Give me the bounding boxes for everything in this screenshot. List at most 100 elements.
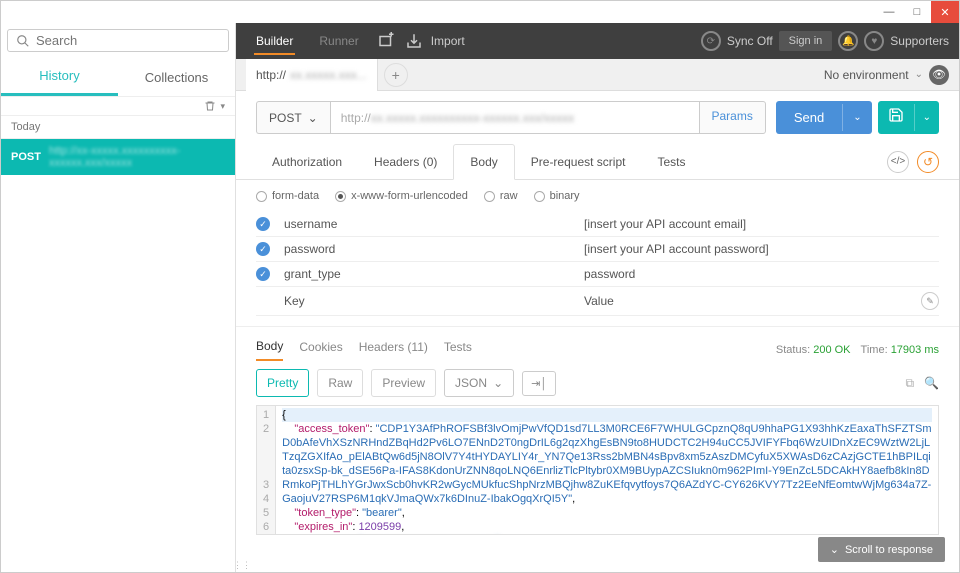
- notifications-icon[interactable]: 🔔: [838, 31, 858, 51]
- add-tab-button[interactable]: +: [384, 63, 408, 87]
- sidebar: History Collections ▾ Today POST http://…: [1, 23, 236, 572]
- response-status: Status: 200 OK Time: 17903 ms: [776, 344, 939, 356]
- chevron-down-icon: ⌄: [830, 543, 839, 556]
- code-content[interactable]: { "access_token": "CDP1Y3AfPhROFSBf3lvOm…: [276, 406, 938, 534]
- form-value[interactable]: [insert your API account email]: [584, 217, 939, 231]
- resp-tab-body[interactable]: Body: [256, 339, 283, 361]
- form-value-placeholder[interactable]: Value: [584, 294, 921, 308]
- environment-selector[interactable]: No environment ⌄ 👁: [824, 65, 949, 85]
- url-value: xx.xxxxx.xxxxxxxxxx-xxxxxx.xxx/xxxxx: [371, 111, 574, 125]
- builder-tab[interactable]: Builder: [246, 23, 303, 59]
- heart-icon[interactable]: ♥: [864, 31, 884, 51]
- tab-body[interactable]: Body: [453, 144, 514, 180]
- form-row[interactable]: ✓ grant_type password: [256, 262, 939, 287]
- tab-tests[interactable]: Tests: [641, 145, 701, 179]
- view-pretty[interactable]: Pretty: [256, 369, 309, 397]
- edit-icon[interactable]: ✎: [921, 292, 939, 310]
- copy-icon[interactable]: ⧉: [905, 376, 914, 391]
- send-button[interactable]: Send ⌄: [776, 101, 872, 134]
- resp-tab-tests[interactable]: Tests: [444, 340, 472, 360]
- form-key[interactable]: password: [284, 242, 584, 256]
- import-label: Import: [431, 34, 465, 48]
- reset-button[interactable]: ↺: [917, 151, 939, 173]
- environment-label: No environment: [824, 68, 909, 82]
- new-window-icon: [377, 32, 395, 50]
- tab-history[interactable]: History: [1, 58, 118, 96]
- tab-authorization[interactable]: Authorization: [256, 145, 358, 179]
- view-preview[interactable]: Preview: [371, 369, 436, 397]
- radio-raw[interactable]: raw: [484, 190, 518, 202]
- form-value[interactable]: password: [584, 267, 939, 281]
- tab-prerequest[interactable]: Pre-request script: [515, 145, 642, 179]
- form-key[interactable]: grant_type: [284, 267, 584, 281]
- trash-icon[interactable]: [204, 100, 216, 112]
- line-numbers: 123456789: [257, 406, 276, 534]
- search-response-icon[interactable]: 🔍: [924, 376, 939, 391]
- row-checkbox[interactable]: ✓: [256, 242, 270, 256]
- form-row-empty[interactable]: Key Value ✎: [256, 287, 939, 316]
- wrap-button[interactable]: ⇥│: [522, 371, 556, 396]
- import-icon: [405, 32, 423, 50]
- send-label: Send: [776, 102, 842, 133]
- response-body[interactable]: 123456789 { "access_token": "CDP1Y3AfPhR…: [256, 405, 939, 535]
- row-checkbox[interactable]: ✓: [256, 217, 270, 231]
- resp-tab-headers[interactable]: Headers (11): [359, 340, 428, 360]
- sync-icon[interactable]: ⟳: [701, 31, 721, 51]
- tab-headers[interactable]: Headers (0): [358, 145, 453, 179]
- send-dropdown[interactable]: ⌄: [842, 104, 871, 131]
- import-button[interactable]: [403, 30, 425, 52]
- view-raw[interactable]: Raw: [317, 369, 363, 397]
- search-input[interactable]: [36, 33, 220, 48]
- chevron-down-icon: ⌄: [493, 376, 503, 390]
- history-url: http://xx-xxxxx.xxxxxxxxxx-xxxxxx.xxx/xx…: [49, 145, 225, 169]
- signin-button[interactable]: Sign in: [779, 31, 833, 51]
- tab-collections[interactable]: Collections: [118, 58, 235, 96]
- request-tab[interactable]: http://xx.xxxxx.xxx...: [246, 59, 378, 91]
- scroll-to-response-button[interactable]: ⌄ Scroll to response: [818, 537, 945, 562]
- form-key[interactable]: username: [284, 217, 584, 231]
- row-checkbox[interactable]: ✓: [256, 267, 270, 281]
- history-toolbar: ▾: [1, 96, 235, 116]
- form-key-placeholder[interactable]: Key: [284, 294, 584, 308]
- new-window-button[interactable]: [375, 30, 397, 52]
- eye-icon[interactable]: 👁: [929, 65, 949, 85]
- method-label: POST: [269, 111, 302, 125]
- sync-label: Sync Off: [727, 34, 773, 48]
- chevron-down-icon: ⌄: [915, 69, 923, 80]
- minimize-button[interactable]: —: [875, 1, 903, 23]
- form-params: ✓ username [insert your API account emai…: [236, 212, 959, 316]
- method-selector[interactable]: POST ⌄: [256, 101, 330, 134]
- window-title-bar: — □ ✕: [1, 1, 959, 23]
- close-button[interactable]: ✕: [931, 1, 959, 23]
- search-icon: [16, 34, 30, 48]
- resp-tab-cookies[interactable]: Cookies: [299, 340, 342, 360]
- radio-urlencoded[interactable]: x-www-form-urlencoded: [335, 190, 468, 202]
- request-tab-prefix: http://: [256, 68, 286, 82]
- form-row[interactable]: ✓ username [insert your API account emai…: [256, 212, 939, 237]
- url-bar: POST ⌄ http://xx.xxxxx.xxxxxxxxxx-xxxxxx…: [236, 91, 959, 144]
- radio-binary[interactable]: binary: [534, 190, 580, 202]
- save-dropdown[interactable]: ⌄: [914, 104, 939, 131]
- form-value[interactable]: [insert your API account password]: [584, 242, 939, 256]
- search-box[interactable]: [7, 29, 229, 52]
- runner-tab[interactable]: Runner: [309, 23, 368, 59]
- form-row[interactable]: ✓ password [insert your API account pass…: [256, 237, 939, 262]
- format-selector[interactable]: JSON⌄: [444, 369, 514, 397]
- maximize-button[interactable]: □: [903, 1, 931, 23]
- history-method: POST: [11, 151, 41, 163]
- chevron-down-icon[interactable]: ▾: [220, 101, 225, 112]
- params-button[interactable]: Params: [699, 101, 766, 134]
- chevron-down-icon: ⌄: [308, 111, 318, 125]
- generate-code-button[interactable]: </>: [887, 151, 909, 173]
- history-item[interactable]: POST http://xx-xxxxx.xxxxxxxxxx-xxxxxx.x…: [1, 139, 235, 175]
- response-tabs: Body Cookies Headers (11) Tests Status: …: [236, 326, 959, 361]
- resize-grip[interactable]: ⋮⋮: [233, 562, 251, 568]
- save-button[interactable]: ⌄: [878, 101, 939, 134]
- request-sub-tabs: Authorization Headers (0) Body Pre-reque…: [236, 144, 959, 180]
- url-input[interactable]: http://xx.xxxxx.xxxxxxxxxx-xxxxxx.xxx/xx…: [330, 101, 699, 134]
- request-tabs: http://xx.xxxxx.xxx... + No environment …: [236, 59, 959, 91]
- app-toolbar: Builder Runner Import ⟳ Sync Off Sign in…: [236, 23, 959, 59]
- radio-formdata[interactable]: form-data: [256, 190, 319, 202]
- request-tab-rest: xx.xxxxx.xxx...: [286, 68, 367, 82]
- row-checkbox[interactable]: [256, 294, 270, 308]
